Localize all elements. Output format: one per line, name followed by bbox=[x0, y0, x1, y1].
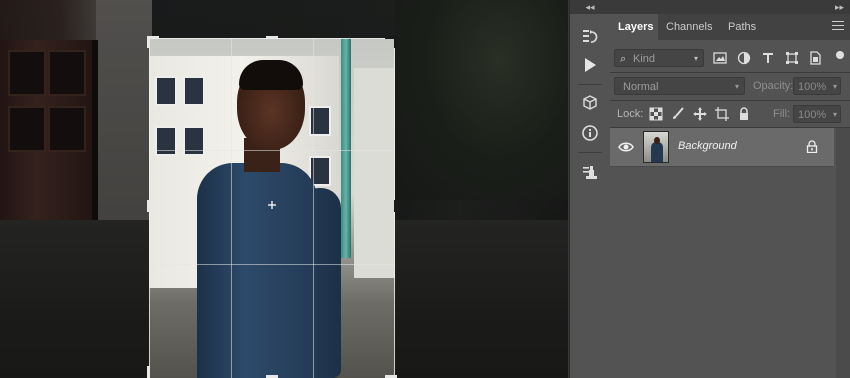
history-icon[interactable] bbox=[570, 22, 610, 52]
garage-door-2 bbox=[354, 68, 395, 278]
layers-panel: ▸▸ Layers Channels Paths ⌕ Kind ▾ Normal… bbox=[610, 0, 850, 378]
layer-lock-icon[interactable] bbox=[806, 140, 818, 153]
opacity-field[interactable]: 100% ▾ bbox=[793, 77, 841, 95]
crop-handle-bottom-left[interactable] bbox=[147, 366, 150, 378]
fill-field[interactable]: 100% ▾ bbox=[793, 105, 841, 123]
visibility-eye-icon[interactable] bbox=[618, 140, 634, 154]
chevron-down-icon: ▾ bbox=[832, 110, 837, 119]
crop-guide-h1 bbox=[149, 150, 395, 151]
crop-handle-left[interactable] bbox=[147, 200, 150, 212]
crop-handle-right[interactable] bbox=[394, 200, 397, 212]
filter-toggle[interactable] bbox=[836, 51, 844, 59]
document-canvas[interactable] bbox=[0, 0, 568, 378]
adjustment-filter-icon[interactable] bbox=[736, 50, 752, 66]
3d-icon[interactable] bbox=[570, 88, 610, 118]
person-torso bbox=[197, 163, 317, 378]
collapse-right-button[interactable]: ▸▸ bbox=[610, 0, 850, 14]
fill-label: Fill: bbox=[773, 108, 791, 120]
blend-mode-select[interactable]: Normal ▾ bbox=[614, 77, 745, 95]
tab-layers[interactable]: Layers bbox=[610, 14, 658, 40]
type-filter-icon[interactable] bbox=[760, 50, 776, 66]
panel-tabs: Layers Channels Paths bbox=[610, 14, 850, 40]
opacity-label: Opacity: bbox=[753, 80, 794, 92]
chevron-down-icon: ▾ bbox=[693, 54, 698, 63]
lock-position-icon[interactable] bbox=[692, 106, 708, 122]
smart-object-filter-icon[interactable] bbox=[807, 50, 823, 66]
layer-thumbnail bbox=[643, 131, 669, 163]
collapse-left-button[interactable]: ◂◂ bbox=[570, 0, 610, 14]
shape-filter-icon[interactable] bbox=[784, 50, 800, 66]
search-icon: ⌕ bbox=[620, 53, 627, 65]
crop-guide-v1 bbox=[231, 38, 232, 378]
filter-kind-select[interactable]: ⌕ Kind ▾ bbox=[614, 49, 704, 67]
layer-name[interactable]: Background bbox=[678, 140, 737, 152]
chevron-down-icon: ▾ bbox=[832, 82, 837, 91]
crop-handle-top[interactable] bbox=[266, 36, 278, 39]
image-filter-icon[interactable] bbox=[712, 50, 728, 66]
person-hair bbox=[239, 60, 303, 90]
lock-transparent-icon[interactable] bbox=[648, 106, 664, 122]
crop-guide-h2 bbox=[149, 264, 395, 265]
fill-value: 100% bbox=[798, 109, 827, 121]
properties-icon[interactable] bbox=[570, 158, 610, 188]
tab-channels[interactable]: Channels bbox=[658, 14, 718, 40]
layers-scrollbar[interactable] bbox=[836, 128, 850, 378]
play-icon[interactable] bbox=[570, 50, 610, 80]
info-icon[interactable] bbox=[570, 118, 610, 148]
lock-artboard-icon[interactable] bbox=[714, 106, 730, 122]
crop-guide-v2 bbox=[313, 38, 314, 378]
tab-paths[interactable]: Paths bbox=[720, 14, 768, 40]
filter-kind-label: Kind bbox=[633, 53, 656, 65]
lock-label: Lock: bbox=[617, 108, 644, 120]
layer-row-background[interactable]: Background bbox=[610, 128, 834, 167]
opacity-value: 100% bbox=[798, 81, 827, 93]
green-pipe bbox=[341, 38, 351, 258]
lock-all-icon[interactable] bbox=[736, 106, 752, 122]
panel-dock-icons: ◂◂ bbox=[569, 0, 611, 378]
chevron-down-icon: ▾ bbox=[734, 82, 739, 91]
panel-menu-icon[interactable] bbox=[832, 21, 844, 33]
blend-mode-value: Normal bbox=[623, 81, 659, 93]
lock-image-icon[interactable] bbox=[670, 106, 686, 122]
